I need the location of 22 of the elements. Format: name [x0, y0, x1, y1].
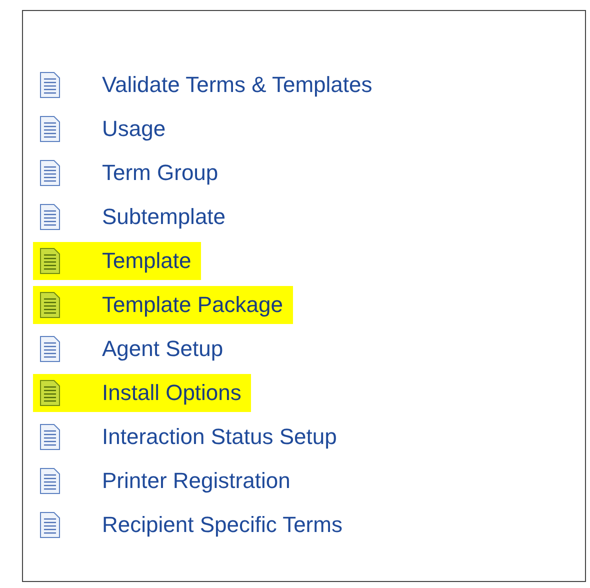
- menu-link[interactable]: Printer Registration: [33, 462, 300, 500]
- menu-link[interactable]: Usage: [33, 110, 176, 148]
- document-icon: [39, 203, 61, 231]
- menu-link[interactable]: Install Options: [33, 374, 252, 412]
- menu-link[interactable]: Template Package: [33, 286, 293, 324]
- document-icon: [39, 467, 61, 495]
- document-icon: [39, 71, 61, 99]
- document-icon: [39, 291, 61, 319]
- menu-link[interactable]: Template: [33, 242, 202, 280]
- document-icon: [39, 247, 61, 275]
- document-icon: [39, 511, 61, 539]
- document-icon: [39, 159, 61, 187]
- menu-link[interactable]: Agent Setup: [33, 330, 234, 368]
- menu-link[interactable]: Recipient Specific Terms: [33, 506, 352, 544]
- menu-link[interactable]: Subtemplate: [33, 198, 236, 236]
- document-icon: [39, 115, 61, 143]
- menu-link[interactable]: Validate Terms & Templates: [33, 66, 382, 104]
- menu-link[interactable]: Interaction Status Setup: [33, 418, 347, 456]
- document-icon: [39, 335, 61, 363]
- menu-link[interactable]: Term Group: [33, 154, 228, 192]
- document-icon: [39, 379, 61, 407]
- document-icon: [39, 423, 61, 451]
